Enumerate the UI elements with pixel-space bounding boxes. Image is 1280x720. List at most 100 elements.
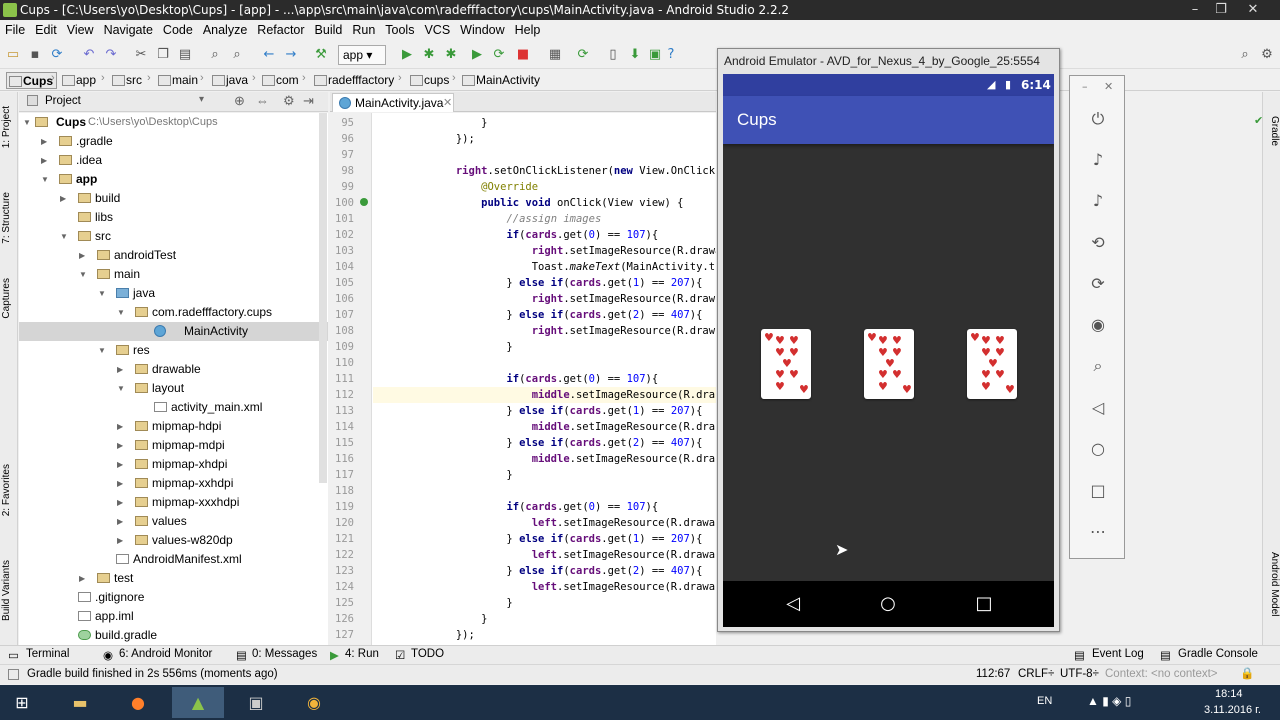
back-icon[interactable]: ← bbox=[260, 46, 278, 64]
project-view-label[interactable]: Project bbox=[45, 95, 81, 107]
tree-item-app[interactable]: ▼ app bbox=[19, 170, 328, 189]
tree-item-app-iml[interactable]: app.iml bbox=[19, 607, 328, 626]
tree-item-package[interactable]: ▼ com.radefffactory.cups bbox=[19, 303, 328, 322]
tree-item-test[interactable]: ▶ test bbox=[19, 569, 328, 588]
tree-item-androidmanifest[interactable]: AndroidManifest.xml bbox=[19, 550, 328, 569]
gradle-sync-icon[interactable]: ⟳ bbox=[574, 46, 592, 64]
menu-vcs[interactable]: VCS bbox=[419, 20, 455, 40]
android-home-icon[interactable]: ○ bbox=[877, 593, 899, 615]
tab-build-variants[interactable]: Build Variants bbox=[1, 560, 17, 621]
sdk-manager-icon[interactable]: ⬇ bbox=[626, 46, 644, 64]
android-studio-task-icon[interactable]: ▲ bbox=[172, 687, 224, 718]
collapse-all-icon[interactable]: ⇔ bbox=[256, 93, 269, 108]
tree-item-values[interactable]: ▶ values bbox=[19, 512, 328, 531]
menu-edit[interactable]: Edit bbox=[30, 20, 62, 40]
tree-item-res[interactable]: ▼ res bbox=[19, 341, 328, 360]
forward-icon[interactable]: → bbox=[282, 46, 300, 64]
breadcrumb-radefffactory[interactable]: radefffactory bbox=[312, 72, 394, 89]
sync-icon[interactable]: ⟳ bbox=[48, 46, 66, 64]
paste-icon[interactable]: ▤ bbox=[176, 46, 194, 64]
avd-manager-icon[interactable]: ▯ bbox=[604, 46, 622, 64]
tab-todo[interactable]: TODO bbox=[411, 648, 444, 660]
attach-debugger-icon[interactable]: ✱ bbox=[442, 46, 460, 64]
tree-item-mipmap-hdpi[interactable]: ▶ mipmap-hdpi bbox=[19, 417, 328, 436]
breadcrumb-com[interactable]: com bbox=[260, 72, 299, 89]
apply-changes-icon[interactable]: ⟳ bbox=[490, 46, 508, 64]
line-separator[interactable]: CRLF÷ bbox=[1018, 665, 1054, 684]
overview-icon[interactable]: □ bbox=[1087, 480, 1109, 502]
tab-run[interactable]: 4: Run bbox=[345, 648, 379, 660]
tree-item-gradle[interactable]: ▶ .gradle bbox=[19, 132, 328, 151]
run-icon[interactable]: ▶ bbox=[398, 46, 416, 64]
card-right[interactable]: ♥ ♥ ♥ ♥ ♥ ♥ ♥ ♥ ♥ ♥ bbox=[967, 329, 1017, 399]
menu-navigate[interactable]: Navigate bbox=[99, 20, 158, 40]
breadcrumb-cups-package[interactable]: cups bbox=[408, 72, 449, 89]
tree-item-layout[interactable]: ▼ layout bbox=[19, 379, 328, 398]
tree-item-mipmap-mdpi[interactable]: ▶ mipmap-mdpi bbox=[19, 436, 328, 455]
tab-favorites[interactable]: 2: Favorites bbox=[1, 464, 17, 516]
tree-item-java[interactable]: ▼ java bbox=[19, 284, 328, 303]
menu-file[interactable]: File bbox=[0, 20, 30, 40]
android-recents-icon[interactable]: □ bbox=[973, 593, 995, 615]
menu-window[interactable]: Window bbox=[455, 20, 509, 40]
stop-icon[interactable]: ■ bbox=[514, 46, 532, 64]
minimize-button[interactable]: – bbox=[1182, 0, 1208, 20]
menu-tools[interactable]: Tools bbox=[380, 20, 419, 40]
close-button[interactable]: ✕ bbox=[1240, 0, 1266, 20]
settings-icon[interactable]: ⚙ bbox=[1258, 46, 1276, 64]
tree-item-mipmap-xxxhdpi[interactable]: ▶ mipmap-xxxhdpi bbox=[19, 493, 328, 512]
volume-up-icon[interactable]: ♪ bbox=[1087, 149, 1109, 171]
power-icon[interactable]: ⏻ bbox=[1087, 108, 1109, 130]
file-encoding[interactable]: UTF-8÷ bbox=[1060, 665, 1099, 684]
phone-screen[interactable]: ◢ ▮ 6:14 Cups ♥ ♥ ♥ ♥ ♥ ♥ ♥ ♥ ♥ ♥ ♥ ♥ ♥ ♥ ♥ ♥ ♥ ♥ ♥ ♥ ♥ ♥ ♥ ♥… bbox=[723, 74, 1054, 627]
search-everywhere-icon[interactable]: ⌕ bbox=[1236, 46, 1254, 64]
open-folder-icon[interactable]: ▭ bbox=[4, 46, 22, 64]
chrome-icon[interactable]: ◉ bbox=[288, 687, 340, 718]
tab-gradle[interactable]: Gradle bbox=[1264, 116, 1280, 146]
tab-android-model[interactable]: Android Model bbox=[1264, 552, 1280, 616]
zoom-icon[interactable]: ⌕ bbox=[1087, 355, 1109, 377]
tab-structure[interactable]: 7: Structure bbox=[1, 192, 17, 244]
undo-icon[interactable]: ↶ bbox=[80, 46, 98, 64]
more-icon[interactable]: ⋯ bbox=[1087, 521, 1109, 543]
rotate-right-icon[interactable]: ⟳ bbox=[1087, 273, 1109, 295]
tab-event-log[interactable]: Event Log bbox=[1092, 648, 1144, 660]
menu-view[interactable]: View bbox=[62, 20, 99, 40]
firefox-icon[interactable]: ● bbox=[112, 687, 164, 718]
clock-time[interactable]: 18:14 bbox=[1215, 688, 1243, 700]
save-icon[interactable]: ▪ bbox=[26, 46, 44, 64]
android-back-icon[interactable]: ◁ bbox=[782, 593, 804, 615]
toggle-tool-windows-icon[interactable] bbox=[8, 669, 19, 680]
help-icon[interactable]: ? bbox=[662, 46, 680, 64]
menu-code[interactable]: Code bbox=[158, 20, 198, 40]
tree-item-gitignore[interactable]: .gitignore bbox=[19, 588, 328, 607]
tab-gradle-console[interactable]: Gradle Console bbox=[1178, 648, 1258, 660]
menu-analyze[interactable]: Analyze bbox=[198, 20, 252, 40]
hide-panel-icon[interactable]: ⇥ bbox=[303, 93, 314, 109]
copy-icon[interactable]: ❐ bbox=[154, 46, 172, 64]
tree-item-activity-main-xml[interactable]: activity_main.xml bbox=[19, 398, 328, 417]
tab-android-monitor[interactable]: 6: Android Monitor bbox=[119, 648, 212, 660]
chevron-down-icon[interactable]: ▾ bbox=[199, 94, 204, 105]
tree-item-mipmap-xhdpi[interactable]: ▶ mipmap-xhdpi bbox=[19, 455, 328, 474]
breadcrumb-app[interactable]: app bbox=[60, 72, 96, 89]
code-editor[interactable]: 95 96 97 98 99 100 101 102 103 104 105 1… bbox=[330, 113, 716, 645]
file-explorer-icon[interactable]: ▬ bbox=[54, 687, 106, 718]
card-middle[interactable]: ♥ ♥ ♥ ♥ ♥ ♥ ♥ ♥ ♥ ♥ bbox=[864, 329, 914, 399]
editor-tab-mainactivity[interactable]: MainActivity.java ✕ bbox=[332, 93, 454, 112]
gear-icon[interactable]: ⚙ bbox=[283, 93, 295, 109]
window-task-icon[interactable]: ▣ bbox=[230, 687, 282, 718]
tree-item-drawable[interactable]: ▶ drawable bbox=[19, 360, 328, 379]
rotate-left-icon[interactable]: ⟲ bbox=[1087, 232, 1109, 254]
close-tab-icon[interactable]: ✕ bbox=[443, 94, 452, 112]
tree-item-mainactivity[interactable]: MainActivity bbox=[19, 322, 328, 341]
tree-item-libs[interactable]: libs bbox=[19, 208, 328, 227]
tray-icons[interactable]: ▲ ▮ ◈ ▯ bbox=[1087, 694, 1131, 708]
tree-item-androidtest[interactable]: ▶ androidTest bbox=[19, 246, 328, 265]
tree-item-build-gradle[interactable]: build.gradle bbox=[19, 626, 328, 645]
structure-icon[interactable]: ▦ bbox=[546, 46, 564, 64]
tree-item-src[interactable]: ▼ src bbox=[19, 227, 328, 246]
start-button-icon[interactable]: ⊞ bbox=[0, 687, 44, 718]
override-gutter-icon[interactable] bbox=[360, 198, 368, 206]
replace-icon[interactable]: ⌕ bbox=[228, 46, 246, 64]
